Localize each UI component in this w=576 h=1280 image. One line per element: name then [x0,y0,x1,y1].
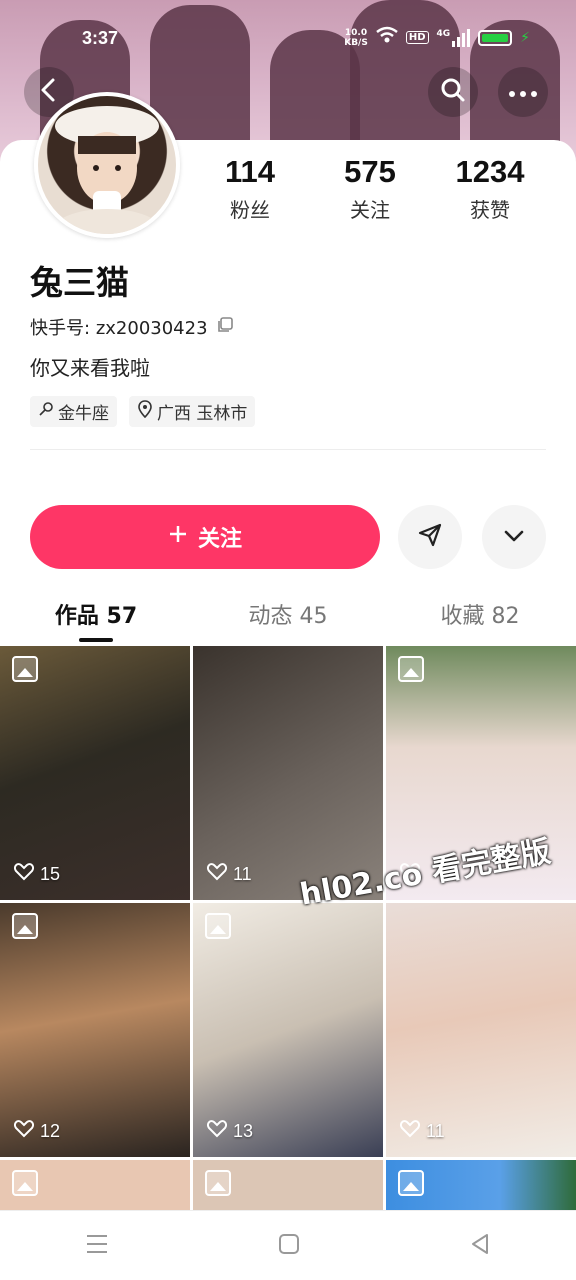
post-grid: 15 11 12 13 11 [0,646,576,1212]
image-icon [398,1170,424,1196]
more-button[interactable] [498,67,548,117]
hd-badge: HD [405,31,429,44]
tab-label: 动态 45 [248,604,328,629]
stat-following[interactable]: 575 关注 [315,154,425,223]
status-bar: 3:37 10.0 KB/S HD 4G ⚡ [0,20,576,56]
post-likes: 15 [13,863,60,886]
post-thumbnail[interactable]: 15 [0,646,190,900]
heart-icon [13,863,35,886]
heart-icon [399,1120,421,1143]
more-icon [508,83,538,102]
share-icon [417,522,443,552]
heart-icon [13,1120,35,1143]
post-likes: 11 [399,1120,445,1143]
search-icon [440,77,466,107]
image-icon [205,1170,231,1196]
post-thumbnail[interactable]: 12 [0,903,190,1157]
profile-name: 兔三猫 [30,263,129,302]
post-thumbnail[interactable] [193,1160,383,1212]
user-id-value: zx20030423 [95,318,208,339]
copy-icon[interactable] [216,316,234,339]
post-likes: 12 [13,1120,60,1143]
image-icon [205,913,231,939]
home-icon[interactable] [278,1233,300,1259]
tag-constellation[interactable]: 金牛座 [30,396,117,427]
tag-location[interactable]: 广西 玉林市 [129,396,256,427]
stat-label: 关注 [350,198,390,222]
signal-icon: 4G [437,28,471,47]
wifi-icon [376,26,398,49]
content-tabs: 作品 57 动态 45 收藏 82 [0,598,576,642]
tab-label: 作品 57 [54,604,138,629]
chevron-down-icon [503,528,525,547]
back-nav-icon[interactable] [469,1233,491,1259]
tab-indicator [79,638,113,642]
tab-works[interactable]: 作品 57 [0,598,192,642]
stat-value: 575 [344,154,396,189]
post-likes: 11 [206,863,252,886]
back-icon [38,77,60,107]
expand-button[interactable] [482,505,546,569]
search-button[interactable] [428,67,478,117]
post-likes: 13 [206,1120,253,1143]
tab-favorites[interactable]: 收藏 82 [384,598,576,630]
follow-button[interactable]: 关注 [30,505,380,569]
image-icon [12,913,38,939]
heart-icon [206,1120,228,1143]
tag-label: 广西 玉林市 [157,404,248,424]
image-icon [12,1170,38,1196]
tab-label: 收藏 82 [440,604,520,629]
stat-label: 获赞 [470,198,510,222]
share-button[interactable] [398,505,462,569]
constellation-icon [38,401,54,422]
stat-label: 粉丝 [230,198,270,222]
post-thumbnail[interactable] [386,1160,576,1212]
image-icon [398,656,424,682]
net-speed: 10.0 KB/S [344,27,368,48]
profile-tags: 金牛座 广西 玉林市 [30,396,256,427]
location-icon [137,400,153,423]
stat-followers[interactable]: 114 粉丝 [195,154,305,223]
menu-icon[interactable] [85,1233,109,1259]
status-time: 3:37 [82,28,119,48]
system-nav-bar [0,1210,576,1280]
stat-value: 1234 [455,154,525,189]
tag-label: 金牛座 [58,404,109,424]
stat-value: 114 [224,154,275,189]
image-icon [12,656,38,682]
plus-icon [168,524,188,550]
avatar[interactable] [34,92,180,238]
profile-bio: 你又来看我啦 [30,356,150,380]
tab-moments[interactable]: 动态 45 [192,598,384,630]
post-thumbnail[interactable] [0,1160,190,1212]
user-id-label: 快手号: [30,318,91,339]
divider [30,449,546,450]
heart-icon [206,863,228,886]
charging-icon: ⚡ [520,29,530,46]
stat-likes[interactable]: 1234 获赞 [435,154,545,223]
battery-icon [478,29,513,46]
post-thumbnail[interactable]: 13 [193,903,383,1157]
user-id-row: 快手号: zx20030423 [30,314,234,340]
post-thumbnail[interactable]: 11 [386,903,576,1157]
follow-label: 关注 [197,527,242,552]
profile-stats: 114 粉丝 575 关注 1234 获赞 [190,154,550,223]
